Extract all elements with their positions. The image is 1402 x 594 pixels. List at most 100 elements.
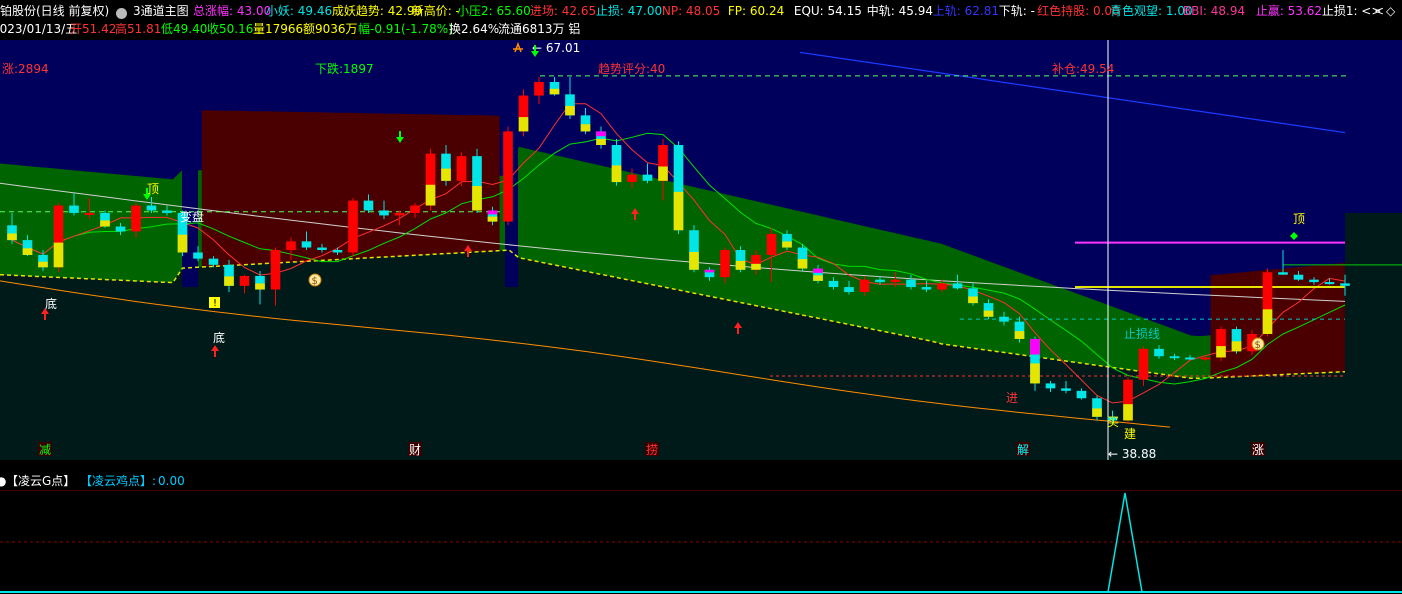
candle-body[interactable] — [1169, 356, 1180, 359]
change-disk-label: 变盘 — [180, 209, 204, 224]
candle-accent — [751, 263, 761, 270]
bar-turnover: 换2.64% — [449, 22, 500, 36]
candle-body[interactable] — [301, 241, 312, 248]
candle-body[interactable] — [720, 250, 730, 278]
hold-zone-fill — [1210, 262, 1345, 378]
up-count-label: 涨:2894 — [2, 61, 49, 76]
sub-indicator-header: ● 【凌云G点】 【凌云鸡点】: 0.00 — [0, 474, 1402, 490]
candle-body[interactable] — [379, 210, 389, 216]
candle-body[interactable] — [937, 283, 947, 290]
candle-body[interactable] — [859, 279, 870, 292]
stock-name: 铂股份(日线 前复权) — [0, 4, 110, 18]
candle-body[interactable] — [239, 275, 250, 286]
indicator-item: 进场: 42.65 — [529, 4, 597, 18]
candle-body[interactable] — [999, 316, 1009, 322]
candle-body[interactable] — [131, 205, 141, 232]
sub-indicator-chart[interactable] — [0, 490, 1402, 594]
top-label: 顶 — [1293, 212, 1305, 226]
candle-body[interactable] — [1138, 348, 1149, 380]
candle-accent — [487, 210, 498, 215]
event-marker[interactable]: 捞 — [646, 443, 658, 457]
candle-body[interactable] — [875, 279, 885, 283]
buy-label: 买 — [1107, 415, 1119, 429]
candle-accent — [1092, 408, 1102, 417]
candle-body[interactable] — [162, 210, 172, 213]
candle-body[interactable] — [456, 156, 467, 181]
candle-accent — [580, 124, 591, 132]
candle-accent — [1030, 338, 1040, 355]
money-bag-icon: $ — [312, 276, 318, 287]
candle-body[interactable] — [1309, 279, 1319, 283]
indicator-item: 总涨幅: 43.00 — [193, 4, 272, 18]
event-marker[interactable]: 解 — [1017, 443, 1029, 457]
candle-body[interactable] — [534, 82, 544, 96]
indicator-item: 止损1: <> — [1321, 4, 1382, 18]
candle-body[interactable] — [1076, 390, 1087, 399]
candle-accent — [704, 269, 715, 273]
event-marker[interactable]: 财 — [409, 443, 421, 457]
candle-body[interactable] — [627, 174, 637, 183]
collapse-right-icon[interactable]: ◇ — [1386, 4, 1395, 18]
candle-body[interactable] — [348, 200, 358, 253]
indicator-name[interactable]: 3通道主图 — [133, 4, 189, 18]
bar-open: 开51.42 — [70, 22, 117, 36]
candle-accent — [673, 191, 684, 231]
candle-body[interactable] — [844, 287, 854, 292]
bar-volume: 量17966 — [253, 22, 304, 36]
candle-accent — [813, 268, 823, 273]
candle-body[interactable] — [208, 258, 219, 265]
indicator-item: 新高价: - — [411, 4, 460, 18]
indicator-item: 上轨: 62.81 — [932, 4, 999, 18]
indicator-item: 红色持股: 0.00 — [1037, 4, 1120, 18]
candle-body[interactable] — [1324, 282, 1335, 285]
candle-body[interactable] — [1278, 272, 1288, 275]
candle-body[interactable] — [1045, 383, 1056, 389]
candle-body[interactable] — [828, 280, 839, 288]
candle-body[interactable] — [270, 250, 281, 290]
candle-accent — [565, 105, 575, 116]
stop-loss-label: 止损线 — [1124, 327, 1160, 341]
bottom-label: 底 — [45, 296, 57, 311]
candle-body[interactable] — [642, 174, 653, 181]
ohlc-info-bar: 2023/01/13/五 开51.42 高51.81 低49.40 收50.16… — [0, 22, 1402, 38]
event-marker[interactable]: 涨 — [1252, 442, 1264, 457]
candle-body[interactable] — [69, 205, 79, 213]
candle-body[interactable] — [394, 212, 405, 216]
indicator-item: 成妖趋势: 42.99 — [331, 4, 423, 18]
candle-body[interactable] — [84, 212, 95, 215]
candle-body[interactable] — [363, 200, 374, 211]
candle-body[interactable] — [1293, 274, 1304, 280]
candle-body[interactable] — [1154, 348, 1164, 357]
candle-body[interactable] — [332, 250, 343, 253]
candle-body[interactable] — [410, 205, 420, 213]
candlestick-chart[interactable]: 涨:2894 下跌:1897 趋势评分:40 补仓:49.54 ← 67.01 ← 38.… — [0, 40, 1402, 460]
candle-body[interactable] — [1200, 357, 1211, 360]
candle-body[interactable] — [1340, 283, 1350, 286]
top-label: 顶 — [147, 182, 159, 196]
candle-accent — [441, 168, 451, 181]
candle-body[interactable] — [503, 131, 513, 222]
candle-body[interactable] — [1185, 357, 1195, 360]
indicator-item: 小妖: 49.46 — [265, 4, 333, 18]
collapse-left-icon[interactable]: < — [1374, 4, 1384, 18]
candle-body[interactable] — [952, 283, 963, 289]
money-bag-icon: $ — [1255, 340, 1261, 351]
candle-accent — [7, 233, 17, 241]
candle-body[interactable] — [1061, 388, 1071, 391]
gap-zone — [1195, 138, 1210, 288]
candle-body[interactable] — [921, 287, 932, 290]
candle-body[interactable] — [317, 247, 327, 250]
candle-body[interactable] — [115, 226, 126, 232]
candle-accent — [549, 88, 560, 95]
candle-body[interactable] — [766, 233, 777, 255]
event-marker[interactable]: 减 — [39, 443, 51, 457]
candle-body[interactable] — [890, 279, 901, 283]
candle-accent — [1123, 404, 1133, 421]
candle-body[interactable] — [146, 205, 157, 211]
indicator-item: BBI: 48.94 — [1182, 4, 1246, 18]
candle-body[interactable] — [286, 241, 296, 250]
sub-label-j: 【凌云鸡点】: — [80, 474, 157, 488]
candle-body[interactable] — [193, 252, 203, 259]
candle-body[interactable] — [906, 279, 916, 288]
candle-accent — [22, 248, 33, 255]
